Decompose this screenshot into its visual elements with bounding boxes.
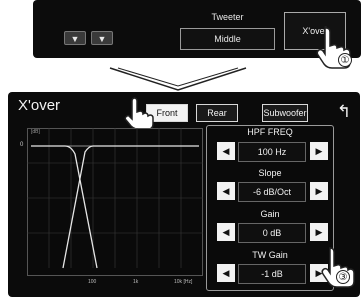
hand-pointer-icon	[321, 247, 355, 288]
hand-pointer-icon	[124, 97, 154, 130]
y-tick-0: 0	[20, 142, 24, 148]
speaker-left-icon[interactable]: ▼	[64, 31, 86, 45]
hpf-freq-value: 100 Hz	[238, 142, 306, 162]
gain-increase-button[interactable]: ▶	[310, 223, 328, 241]
callout-1: ①	[338, 53, 352, 67]
page-title: X'over	[18, 97, 61, 114]
crossover-curve	[27, 128, 203, 269]
gain-value: 0 dB	[238, 223, 306, 243]
gain-decrease-button[interactable]: ◀	[217, 223, 235, 241]
tab-subwoofer[interactable]: Subwoofer	[262, 104, 308, 122]
hpf-freq-increase-button[interactable]: ▶	[310, 142, 328, 160]
x-tick-10k: 10k [Hz]	[174, 279, 193, 285]
middle-button[interactable]: Middle	[180, 28, 275, 50]
speaker-right-icon[interactable]: ▼	[91, 31, 113, 45]
tw-gain-decrease-button[interactable]: ◀	[217, 264, 235, 282]
slope-increase-button[interactable]: ▶	[310, 182, 328, 200]
x-tick-1k: 1k	[133, 279, 139, 285]
tw-gain-label: TW Gain	[252, 250, 288, 260]
slope-decrease-button[interactable]: ◀	[217, 182, 235, 200]
gain-label: Gain	[260, 209, 280, 219]
tweeter-label: Tweeter	[211, 12, 244, 22]
slope-label: Slope	[258, 168, 282, 178]
hpf-freq-label: HPF FREQ	[247, 127, 293, 137]
hpf-freq-decrease-button[interactable]: ◀	[217, 142, 235, 160]
tw-gain-value: -1 dB	[238, 264, 306, 284]
callout-3: ③	[336, 270, 350, 284]
tab-rear[interactable]: Rear	[196, 104, 238, 122]
slope-value: -6 dB/Oct	[238, 182, 306, 202]
x-tick-100: 100	[88, 279, 97, 285]
transition-arrow-icon	[109, 67, 247, 91]
back-icon[interactable]: ↰	[334, 103, 354, 121]
